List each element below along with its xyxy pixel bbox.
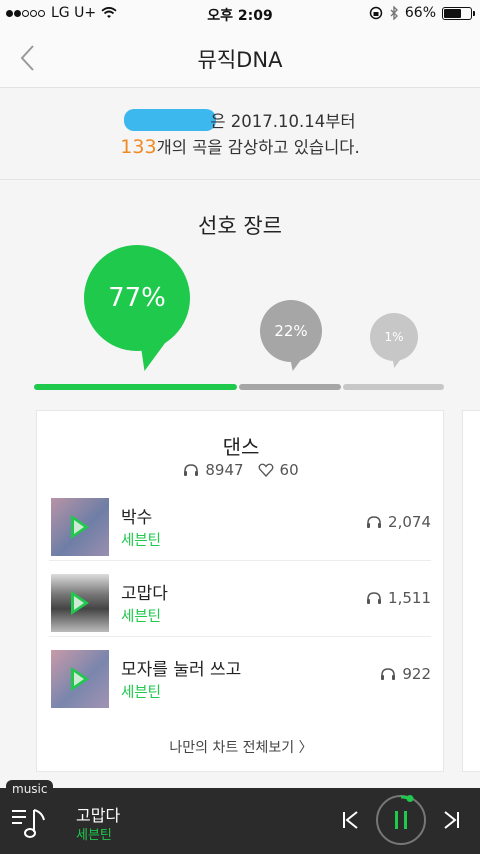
play-count: 1,511	[388, 589, 431, 607]
song-plays: 1,511	[366, 589, 431, 607]
genre-bubble-3-label: 1%	[384, 330, 404, 344]
song-artist[interactable]: 세븐틴	[121, 529, 161, 550]
playlist-music-icon[interactable]	[12, 806, 52, 840]
album-thumbnail[interactable]	[51, 498, 109, 556]
genre-card[interactable]: 댄스 8947 60 박수 세븐틴 2,074 고맙다 세븐틴 1,511 모자…	[36, 410, 444, 772]
genre-bubble-2-label: 22%	[274, 322, 308, 340]
redacted-username	[124, 109, 217, 131]
view-full-chart-link[interactable]: 나만의 차트 전체보기 〉	[37, 737, 445, 757]
song-row[interactable]: 고맙다 세븐틴 1,511	[49, 565, 431, 637]
summary-since-text: 은 2017.10.14부터	[210, 112, 356, 131]
genre-share-segment	[239, 384, 341, 390]
genre-bubble-1-label: 77%	[108, 283, 166, 313]
genre-share-segment	[34, 384, 237, 390]
song-title: 모자를 눌러 쓰고	[121, 660, 242, 680]
now-playing-artist[interactable]: 세븐틴	[76, 824, 112, 843]
status-bar: LG U+ 오후 2:09 66%	[0, 0, 480, 28]
summary-count-text: 개의 곡을 감상하고 있습니다.	[156, 138, 360, 157]
pause-icon	[395, 795, 414, 829]
genre-bubble-3: 1%	[370, 313, 418, 368]
genre-share-segment	[342, 384, 444, 390]
summary-line-1: 은 2017.10.14부터	[0, 108, 480, 132]
heart-icon	[258, 463, 273, 477]
next-track-icon[interactable]	[442, 810, 462, 830]
summary-line-2: 133개의 곡을 감상하고 있습니다.	[0, 134, 480, 158]
song-title: 고맙다	[121, 584, 168, 604]
headphones-icon	[367, 592, 382, 604]
album-thumbnail[interactable]	[51, 650, 109, 708]
song-title: 박수	[121, 508, 153, 528]
like-count: 60	[279, 461, 299, 479]
song-artist[interactable]: 세븐틴	[121, 681, 161, 702]
now-playing-title[interactable]: 고맙다	[76, 802, 120, 826]
song-row[interactable]: 모자를 눌러 쓰고 세븐틴 922	[49, 641, 431, 713]
genre-share-bar	[34, 384, 444, 390]
play-icon[interactable]	[71, 515, 89, 539]
pause-button[interactable]	[376, 795, 426, 845]
song-plays: 2,074	[366, 513, 431, 531]
song-count: 133	[120, 136, 157, 158]
mini-player[interactable]: music 고맙다 세븐틴	[0, 780, 480, 854]
headphones-icon	[381, 668, 396, 680]
headphones-icon	[184, 464, 199, 476]
next-genre-card-peek[interactable]	[462, 410, 480, 772]
music-tag: music	[6, 780, 54, 798]
genre-bubble-2: 22%	[260, 300, 322, 371]
album-thumbnail[interactable]	[51, 574, 109, 632]
play-icon[interactable]	[71, 667, 89, 691]
listen-count: 8947	[205, 461, 244, 479]
battery-icon	[442, 6, 475, 20]
battery-percent: 66%	[404, 5, 436, 21]
song-plays: 922	[380, 665, 431, 683]
genre-stats: 8947 60	[37, 461, 445, 479]
headphones-icon	[367, 516, 382, 528]
genre-name: 댄스	[222, 435, 260, 459]
song-artist[interactable]: 세븐틴	[121, 605, 161, 626]
genre-bubble-1: 77%	[84, 245, 190, 371]
previous-track-icon[interactable]	[340, 810, 360, 830]
play-count: 922	[402, 665, 431, 683]
play-icon[interactable]	[71, 591, 89, 615]
status-right: 66%	[369, 5, 475, 21]
nav-bar: 뮤직DNA	[0, 28, 480, 88]
listening-summary: 은 2017.10.14부터 133개의 곡을 감상하고 있습니다.	[0, 88, 480, 180]
preferred-genre-title: 선호 장르	[198, 214, 282, 238]
song-row[interactable]: 박수 세븐틴 2,074	[49, 489, 431, 561]
page-title: 뮤직DNA	[197, 48, 283, 72]
rotation-lock-icon	[369, 6, 383, 20]
play-count: 2,074	[388, 513, 431, 531]
bluetooth-icon	[390, 6, 398, 20]
